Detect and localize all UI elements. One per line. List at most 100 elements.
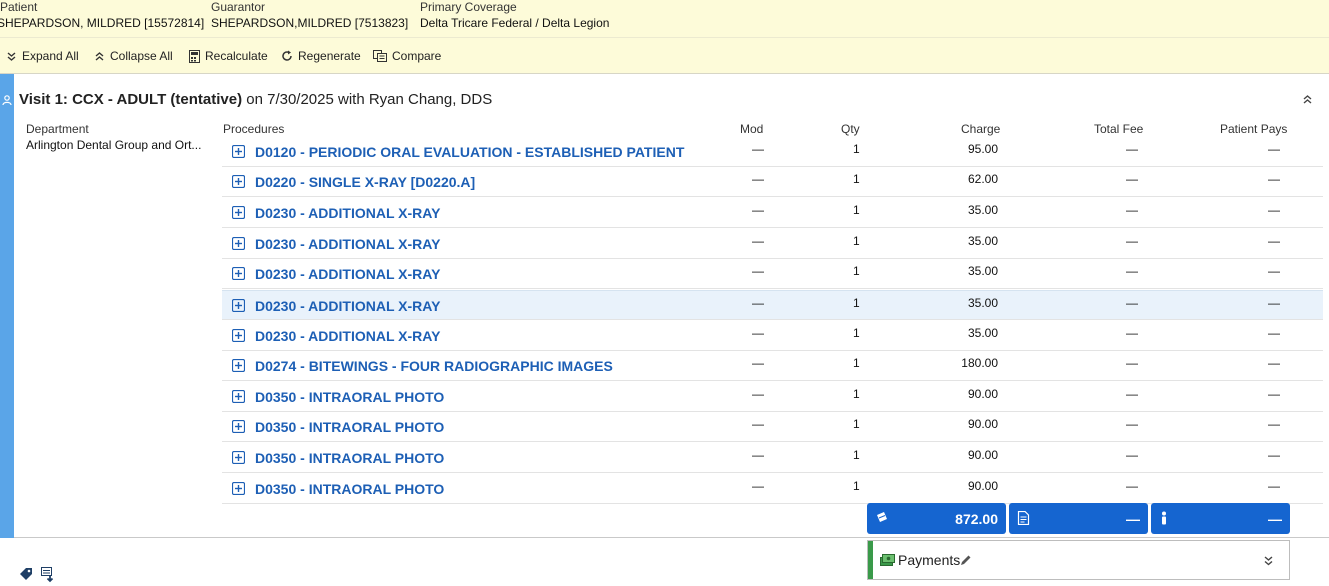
expand-row-icon[interactable]: [231, 236, 246, 253]
procedure-row[interactable]: D0274 - BITEWINGS - FOUR RADIOGRAPHIC IM…: [222, 351, 1323, 381]
collapse-all-label: Collapse All: [110, 49, 173, 63]
visit-title: Visit 1: CCX - ADULT (tentative) on 7/30…: [19, 91, 492, 108]
collapse-all-button[interactable]: Collapse All: [94, 38, 173, 74]
mod-cell: —: [752, 387, 764, 401]
expand-payments-icon[interactable]: [1263, 555, 1274, 570]
qty-cell: 1: [853, 356, 860, 370]
procedure-row[interactable]: D0230 - ADDITIONAL X-RAY — 1 35.00 — —: [222, 198, 1323, 228]
procedures-header: Procedures: [223, 122, 285, 136]
charge-cell: 90.00: [967, 387, 998, 401]
visit-accent-bar: [0, 74, 14, 538]
visit-title-main: Visit 1: CCX - ADULT (tentative): [19, 91, 243, 108]
qty-cell: 1: [853, 172, 860, 186]
expand-row-icon[interactable]: [231, 328, 246, 345]
charge-cell: 35.00: [967, 296, 998, 310]
qty-cell: 1: [853, 142, 860, 156]
qty-header: Qty: [841, 122, 860, 136]
procedure-code-link[interactable]: D0350 - INTRAORAL PHOTO: [255, 389, 444, 405]
double-chevron-up-icon: [94, 51, 105, 62]
payments-section[interactable]: Payments: [867, 540, 1290, 580]
download-icon[interactable]: [41, 567, 57, 586]
charge-cell: 35.00: [967, 203, 998, 217]
procedure-row[interactable]: D0350 - INTRAORAL PHOTO — 1 90.00 — —: [222, 474, 1323, 504]
patient-pays-cell: —: [1268, 326, 1280, 340]
patient-info: Patient SHEPARDSON, MILDRED [15572814]: [0, 0, 204, 31]
patient-pays-cell: —: [1268, 448, 1280, 462]
procedure-row[interactable]: D0230 - ADDITIONAL X-RAY — 1 35.00 — —: [222, 321, 1323, 351]
expand-row-icon[interactable]: [231, 266, 246, 283]
collapse-visit-icon[interactable]: [1302, 93, 1313, 109]
total-fee-cell: —: [1126, 326, 1138, 340]
procedure-code-link[interactable]: D0230 - ADDITIONAL X-RAY: [255, 205, 440, 221]
mod-cell: —: [752, 142, 764, 156]
patient-pays-box[interactable]: —: [1151, 503, 1290, 534]
expand-row-icon[interactable]: [231, 205, 246, 222]
expand-row-icon[interactable]: [231, 298, 246, 315]
expand-row-icon[interactable]: [231, 174, 246, 191]
patient-pays-cell: —: [1268, 296, 1280, 310]
procedure-code-link[interactable]: D0230 - ADDITIONAL X-RAY: [255, 236, 440, 252]
procedure-code-link[interactable]: D0230 - ADDITIONAL X-RAY: [255, 266, 440, 282]
total-fee-box[interactable]: —: [1009, 503, 1148, 534]
charge-cell: 35.00: [967, 264, 998, 278]
charge-cell: 35.00: [967, 326, 998, 340]
total-fee-total-value: —: [1126, 511, 1140, 527]
charge-header: Charge: [961, 122, 1001, 136]
procedure-row[interactable]: D0350 - INTRAORAL PHOTO — 1 90.00 — —: [222, 443, 1323, 473]
person-icon: [2, 95, 12, 109]
procedure-code-link[interactable]: D0120 - PERIODIC ORAL EVALUATION - ESTAB…: [255, 144, 684, 160]
procedure-code-link[interactable]: D0350 - INTRAORAL PHOTO: [255, 481, 444, 497]
qty-cell: 1: [853, 296, 860, 310]
guarantor-value[interactable]: SHEPARDSON,MILDRED [7513823]: [211, 15, 408, 31]
department-value: Arlington Dental Group and Ort...: [26, 138, 202, 152]
patient-pays-cell: —: [1268, 264, 1280, 278]
total-fee-cell: —: [1126, 417, 1138, 431]
qty-cell: 1: [853, 479, 860, 493]
patient-pays-header: Patient Pays: [1220, 122, 1288, 136]
procedure-row[interactable]: D0220 - SINGLE X-RAY [D0220.A] — 1 62.00 — —: [222, 167, 1323, 197]
compare-button[interactable]: Compare: [373, 38, 441, 74]
patient-pays-total-value: —: [1268, 511, 1282, 527]
patient-pays-cell: —: [1268, 142, 1280, 156]
total-fee-cell: —: [1126, 172, 1138, 186]
patient-value[interactable]: SHEPARDSON, MILDRED [15572814]: [0, 15, 204, 31]
expand-row-icon[interactable]: [231, 481, 246, 498]
coverage-info: Primary Coverage Delta Tricare Federal /…: [420, 0, 609, 31]
regenerate-button[interactable]: Regenerate: [281, 38, 361, 74]
tag-icon[interactable]: [19, 567, 33, 584]
guarantor-info: Guarantor SHEPARDSON,MILDRED [7513823]: [211, 0, 408, 31]
invoice-icon: [1017, 510, 1030, 528]
procedure-code-link[interactable]: D0274 - BITEWINGS - FOUR RADIOGRAPHIC IM…: [255, 358, 613, 374]
qty-cell: 1: [853, 326, 860, 340]
procedure-code-link[interactable]: D0230 - ADDITIONAL X-RAY: [255, 298, 440, 314]
procedure-row[interactable]: D0120 - PERIODIC ORAL EVALUATION - ESTAB…: [222, 137, 1323, 167]
mod-cell: —: [752, 448, 764, 462]
guarantor-label: Guarantor: [211, 0, 266, 14]
procedure-row[interactable]: D0230 - ADDITIONAL X-RAY — 1 35.00 — —: [222, 259, 1323, 289]
charge-cell: 90.00: [967, 479, 998, 493]
procedure-row[interactable]: D0350 - INTRAORAL PHOTO — 1 90.00 — —: [222, 412, 1323, 442]
qty-cell: 1: [853, 417, 860, 431]
procedure-code-link[interactable]: D0230 - ADDITIONAL X-RAY: [255, 328, 440, 344]
expand-row-icon[interactable]: [231, 450, 246, 467]
patient-pays-cell: —: [1268, 417, 1280, 431]
expand-row-icon[interactable]: [231, 358, 246, 375]
procedure-code-link[interactable]: D0220 - SINGLE X-RAY [D0220.A]: [255, 174, 475, 190]
procedure-row[interactable]: D0230 - ADDITIONAL X-RAY — 1 35.00 — —: [222, 290, 1323, 320]
coverage-value[interactable]: Delta Tricare Federal / Delta Legion: [420, 15, 609, 31]
procedure-row[interactable]: D0230 - ADDITIONAL X-RAY — 1 35.00 — —: [222, 229, 1323, 259]
charge-total-box[interactable]: 872.00: [867, 503, 1006, 534]
recalculate-button[interactable]: Recalculate: [189, 38, 268, 74]
procedure-code-link[interactable]: D0350 - INTRAORAL PHOTO: [255, 450, 444, 466]
mod-cell: —: [752, 264, 764, 278]
procedure-row[interactable]: D0350 - INTRAORAL PHOTO — 1 90.00 — —: [222, 382, 1323, 412]
edit-icon[interactable]: [960, 554, 972, 569]
expand-row-icon[interactable]: [231, 389, 246, 406]
mod-cell: —: [752, 172, 764, 186]
expand-row-icon[interactable]: [231, 419, 246, 436]
expand-row-icon[interactable]: [231, 144, 246, 161]
patient-pays-cell: —: [1268, 387, 1280, 401]
procedure-code-link[interactable]: D0350 - INTRAORAL PHOTO: [255, 419, 444, 435]
expand-all-button[interactable]: Expand All: [6, 38, 79, 74]
patient-label: Patient: [0, 0, 38, 14]
